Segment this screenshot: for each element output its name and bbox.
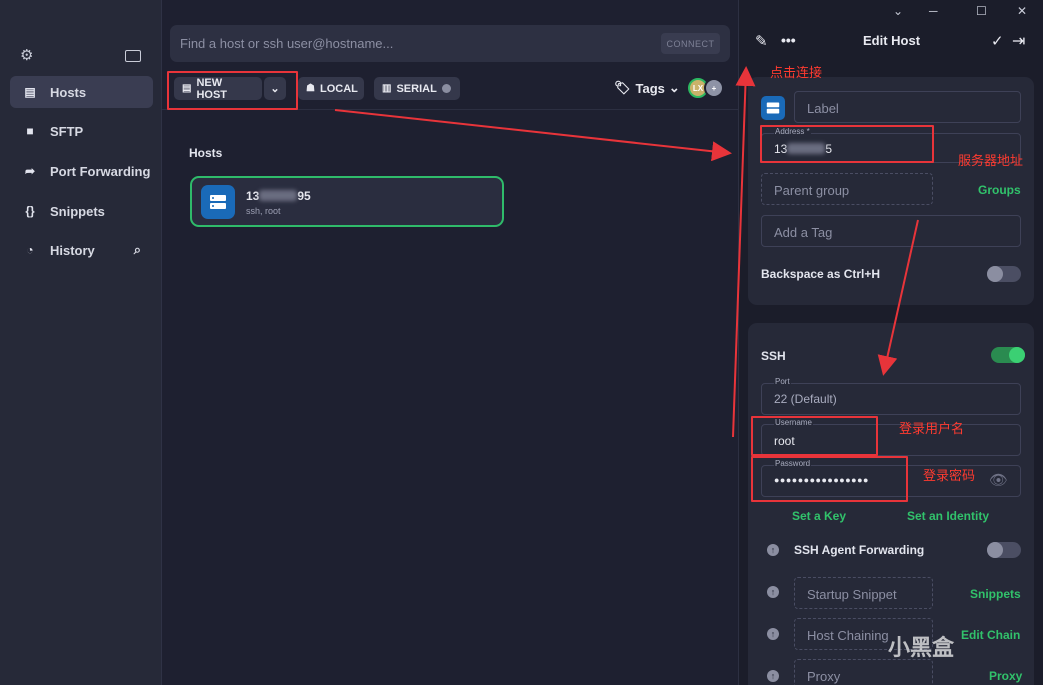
edit-host-panel: ⌄ ─ ☐ ✕ Edit Host ✎ ••• ✓ ⇥ Label Addres…	[738, 0, 1043, 685]
host-chaining-placeholder: Host Chaining	[807, 628, 889, 643]
connect-button[interactable]: CONNECT	[661, 33, 720, 54]
host-card[interactable]: 13 95 ssh, root	[190, 176, 504, 227]
chevron-down-icon: ⌄	[668, 80, 680, 95]
proxy-placeholder: Proxy	[807, 669, 841, 684]
annotation-password: 登录密码	[923, 468, 976, 483]
arrow-forward-icon: ➦	[24, 164, 36, 178]
annotation-box-new-host	[167, 71, 298, 110]
tag-placeholder: Add a Tag	[774, 225, 833, 240]
close-icon[interactable]: ✕	[1017, 4, 1027, 18]
proxy-info-icon: ↑	[767, 670, 779, 682]
server-icon: ▤	[24, 85, 36, 99]
proxy-field[interactable]: Proxy	[794, 659, 933, 685]
parent-group-placeholder: Parent group	[774, 183, 850, 198]
sidebar-item-label: History	[50, 242, 95, 258]
label-field[interactable]: Label	[794, 91, 1021, 123]
port-value: 22 (Default)	[774, 392, 837, 406]
sidebar: ⚙ ▤ Hosts ■ SFTP ➦ Port Forwarding {} Sn…	[0, 0, 162, 685]
server-icon	[761, 96, 785, 120]
general-card: Label Address * 13 5 Parent group Groups …	[748, 77, 1034, 305]
folder-icon: ■	[26, 124, 34, 138]
sidebar-item-port-forwarding[interactable]: ➦ Port Forwarding	[10, 155, 153, 187]
eye-slash-icon[interactable]: 👁	[989, 471, 1008, 489]
backspace-label: Backspace as Ctrl+H	[761, 267, 881, 281]
sidebar-item-label: Port Forwarding	[50, 163, 151, 179]
backspace-toggle[interactable]	[987, 266, 1021, 282]
startup-snippet-info-icon: ↑	[767, 586, 779, 598]
search-bar[interactable]: Find a host or ssh user@hostname... CONN…	[170, 25, 730, 62]
proxy-link[interactable]: Proxy	[989, 669, 1022, 683]
braces-icon: {}	[25, 204, 35, 218]
search-input[interactable]: Find a host or ssh user@hostname...	[180, 36, 393, 51]
annotation-username: 登录用户名	[899, 421, 965, 436]
sidebar-item-label: Hosts	[50, 84, 87, 100]
annotation-server-address: 服务器地址	[958, 153, 1024, 168]
ssh-label: SSH	[761, 349, 786, 363]
port-label: Port	[774, 377, 791, 386]
serial-label: SERIAL	[396, 82, 437, 95]
search-icon[interactable]: ⌕	[134, 242, 141, 258]
serial-button[interactable]: ▥ SERIAL	[374, 77, 460, 100]
server-icon	[201, 185, 235, 219]
sidebar-item-label: Snippets	[50, 203, 105, 219]
host-chaining-info-icon: ↑	[767, 628, 779, 640]
annotation-box-password	[751, 456, 908, 502]
local-terminal-icon: ☗	[306, 83, 315, 94]
snippets-link[interactable]: Snippets	[970, 587, 1021, 601]
collapse-panel-icon[interactable]: ⇥	[1012, 31, 1025, 51]
set-identity-link[interactable]: Set an Identity	[907, 509, 989, 523]
terminal-icon[interactable]	[125, 50, 141, 62]
sidebar-item-history[interactable]: ◔ History ⌕	[10, 234, 153, 266]
edit-chain-link[interactable]: Edit Chain	[961, 628, 1020, 642]
sidebar-item-hosts[interactable]: ▤ Hosts	[10, 76, 153, 108]
label-placeholder: Label	[807, 101, 839, 116]
agent-forwarding-info-icon: ↑	[767, 544, 779, 556]
agent-forwarding-toggle[interactable]	[987, 542, 1021, 558]
main-area: Find a host or ssh user@hostname... CONN…	[162, 0, 738, 685]
parent-group-field[interactable]: Parent group	[761, 173, 933, 205]
edit-host-header: Edit Host ✎ ••• ✓ ⇥	[739, 31, 1043, 53]
annotation-box-address	[760, 125, 934, 163]
startup-snippet-placeholder: Startup Snippet	[807, 587, 897, 602]
sidebar-item-sftp[interactable]: ■ SFTP	[10, 115, 153, 147]
local-button[interactable]: ☗ LOCAL	[298, 77, 364, 100]
ssh-toggle[interactable]	[991, 347, 1025, 363]
minimize-chevron-icon[interactable]: ⌄	[893, 4, 903, 18]
startup-snippet-field[interactable]: Startup Snippet	[794, 577, 933, 609]
clock-icon: ◔	[26, 243, 34, 257]
serial-port-icon: ▥	[382, 83, 392, 94]
info-icon	[441, 84, 451, 93]
more-options-icon[interactable]: •••	[781, 32, 796, 48]
local-label: LOCAL	[319, 82, 358, 95]
team-avatars[interactable]: LX +	[688, 78, 728, 98]
add-member-avatar: +	[704, 78, 724, 98]
annotation-box-username	[751, 416, 878, 456]
sidebar-item-snippets[interactable]: {} Snippets	[10, 195, 153, 227]
sidebar-top-controls: ⚙	[20, 48, 141, 66]
minimize-icon[interactable]: ─	[929, 4, 938, 18]
checkmark-icon[interactable]: ✓	[991, 32, 1004, 50]
tag-field[interactable]: Add a Tag	[761, 215, 1021, 247]
port-field[interactable]: Port 22 (Default)	[761, 377, 1021, 415]
host-subtitle: ssh, root	[246, 206, 281, 216]
groups-link[interactable]: Groups	[978, 183, 1021, 197]
agent-forwarding-label: SSH Agent Forwarding	[794, 543, 925, 557]
tag-icon: 🏷	[614, 80, 631, 95]
host-name: 13 95	[246, 189, 311, 203]
tags-filter[interactable]: 🏷 Tags ⌄	[614, 80, 680, 96]
connect-plug-icon[interactable]: ✎	[755, 32, 768, 50]
hosts-heading: Hosts	[189, 146, 223, 160]
settings-gear-icon[interactable]: ⚙	[20, 48, 36, 64]
watermark: 小黑盒	[888, 635, 955, 660]
sidebar-item-label: SFTP	[50, 123, 84, 139]
tags-label: Tags	[635, 80, 665, 96]
set-key-link[interactable]: Set a Key	[792, 509, 846, 523]
annotation-click-connect: 点击连接	[770, 65, 823, 80]
maximize-icon[interactable]: ☐	[976, 4, 987, 18]
